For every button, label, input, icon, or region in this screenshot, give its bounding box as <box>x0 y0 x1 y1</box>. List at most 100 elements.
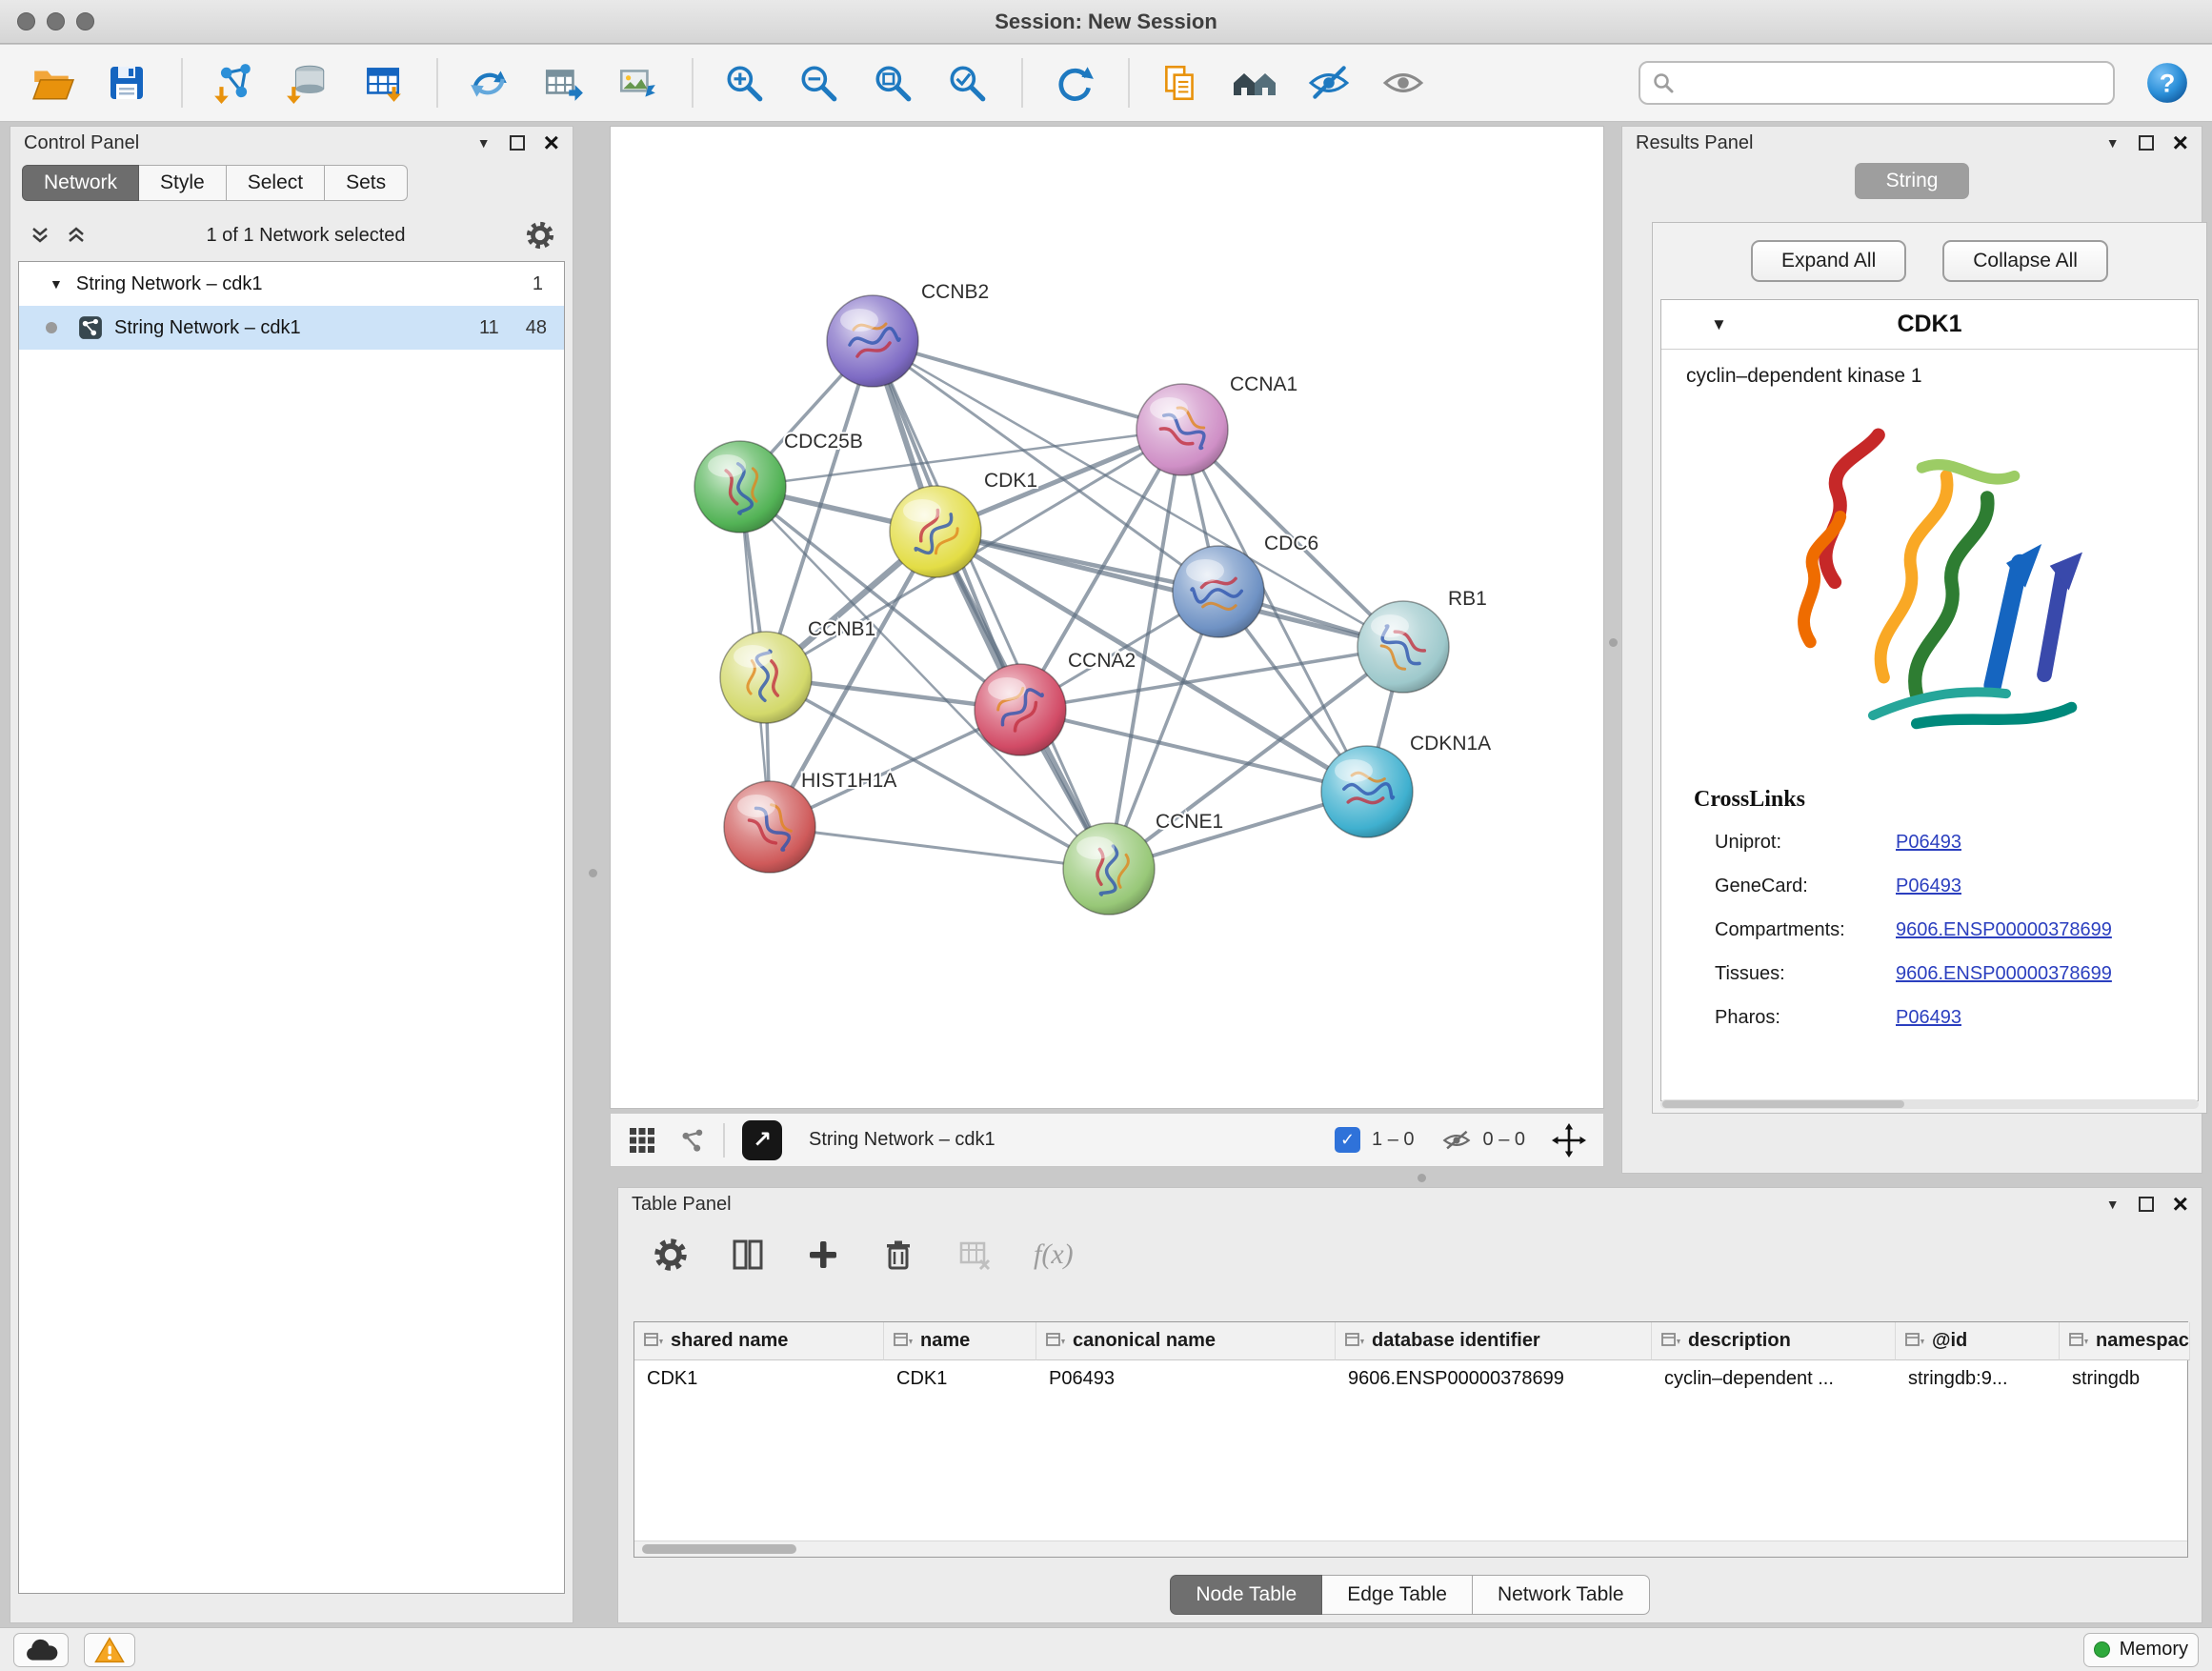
network-row-selected[interactable]: String Network – cdk1 11 48 <box>19 306 564 350</box>
collapse-all-button[interactable]: Collapse All <box>1942 240 2108 282</box>
results-panel-close-icon[interactable]: × <box>2173 130 2188 156</box>
table-settings-gear-icon[interactable] <box>653 1237 689 1273</box>
help-button[interactable]: ? <box>2140 54 2195 111</box>
show-columns-icon[interactable] <box>731 1238 765 1272</box>
crosslink-link[interactable]: 9606.ENSP00000378699 <box>1896 963 2112 985</box>
column-header[interactable]: description <box>1652 1322 1896 1360</box>
save-session-button[interactable] <box>99 54 154 111</box>
node-CCNA2[interactable] <box>975 664 1066 755</box>
protein-card-header[interactable]: ▼ CDK1 <box>1661 300 2198 350</box>
zoom-out-button[interactable] <box>791 54 846 111</box>
crosslink-link[interactable]: 9606.ENSP00000378699 <box>1896 919 2112 941</box>
table-cell[interactable]: stringdb <box>2060 1360 2187 1397</box>
import-table-from-file-button[interactable] <box>354 54 410 111</box>
column-header[interactable]: database identifier <box>1336 1322 1652 1360</box>
protein-collapse-icon[interactable]: ▼ <box>1711 316 1727 332</box>
edge-CCNB2-CCNA1[interactable] <box>873 341 1182 430</box>
node-HIST1H1A[interactable] <box>724 781 815 873</box>
crosslink-link[interactable]: P06493 <box>1896 876 1961 897</box>
control-panel-close-icon[interactable]: × <box>544 130 559 156</box>
collapse-all-icon[interactable] <box>30 225 50 246</box>
hidden-eye-slash-icon[interactable] <box>1441 1129 1472 1152</box>
collection-expand-icon[interactable]: ▼ <box>50 277 63 291</box>
results-panel-maximize-icon[interactable] <box>2139 135 2154 151</box>
zoom-in-button[interactable] <box>716 54 772 111</box>
horizontal-splitter-handle[interactable] <box>1418 1174 1426 1182</box>
apply-layout-button[interactable] <box>1046 54 1101 111</box>
node-CCNB1[interactable] <box>720 632 812 723</box>
tab-node-table[interactable]: Node Table <box>1170 1575 1322 1615</box>
scrollbar-thumb[interactable] <box>642 1544 796 1554</box>
tab-sets[interactable]: Sets <box>325 165 408 201</box>
pan-crosshair-icon[interactable] <box>1552 1123 1586 1158</box>
copy-document-button[interactable] <box>1153 54 1208 111</box>
table-panel-maximize-icon[interactable] <box>2139 1197 2154 1212</box>
delete-column-trash-icon[interactable] <box>881 1238 915 1272</box>
table-panel-float-icon[interactable]: ▼ <box>2106 1198 2120 1211</box>
table-cell[interactable]: CDK1 <box>884 1360 1036 1397</box>
home-views-button[interactable] <box>1227 54 1282 111</box>
node-CDC25B[interactable] <box>694 441 786 533</box>
cloud-status-button[interactable] <box>13 1633 69 1667</box>
table-cell[interactable]: cyclin–dependent ... <box>1652 1360 1896 1397</box>
control-panel-float-icon[interactable]: ▼ <box>477 136 491 150</box>
expand-all-icon[interactable] <box>66 225 87 246</box>
node-CDK1[interactable] <box>890 486 981 577</box>
node-CCNB2[interactable] <box>827 295 918 387</box>
crosslink-link[interactable]: P06493 <box>1896 1007 1961 1029</box>
network-collection-row[interactable]: ▼ String Network – cdk1 1 <box>19 262 564 306</box>
grid-view-icon[interactable] <box>628 1126 656 1155</box>
table-cell[interactable]: stringdb:9... <box>1896 1360 2060 1397</box>
edge-HIST1H1A-CCNE1[interactable] <box>770 827 1109 869</box>
new-network-button[interactable] <box>461 54 516 111</box>
warnings-button[interactable] <box>84 1633 135 1667</box>
tab-edge-table[interactable]: Edge Table <box>1322 1575 1473 1615</box>
zoom-fit-button[interactable] <box>865 54 920 111</box>
node-CCNA1[interactable] <box>1136 384 1228 475</box>
results-horizontal-scrollbar[interactable] <box>1660 1099 2199 1109</box>
hide-selection-button[interactable] <box>1301 54 1357 111</box>
show-all-button[interactable] <box>1376 54 1431 111</box>
results-panel-float-icon[interactable]: ▼ <box>2106 136 2120 150</box>
vertical-splitter-handle[interactable] <box>1609 638 1618 647</box>
control-panel-maximize-icon[interactable] <box>510 135 525 151</box>
memory-button[interactable]: Memory <box>2083 1633 2199 1667</box>
column-header[interactable]: canonical name <box>1036 1322 1336 1360</box>
node-CDC6[interactable] <box>1173 546 1264 637</box>
table-horizontal-scrollbar[interactable] <box>634 1540 2187 1557</box>
node-RB1[interactable] <box>1357 601 1449 693</box>
table-row[interactable]: CDK1 CDK1 P06493 9606.ENSP00000378699 cy… <box>634 1360 2187 1397</box>
detach-view-button[interactable]: ↗ <box>742 1120 782 1160</box>
edge-CCNB2-CCNE1[interactable] <box>873 341 1109 869</box>
tab-select[interactable]: Select <box>227 165 325 201</box>
share-view-icon[interactable] <box>679 1127 706 1154</box>
add-column-icon[interactable] <box>807 1238 839 1271</box>
edge-CDK1-RB1[interactable] <box>935 532 1403 647</box>
tab-style[interactable]: Style <box>139 165 227 201</box>
clone-network-button[interactable] <box>535 54 591 111</box>
column-header[interactable]: shared name <box>634 1322 884 1360</box>
crosslink-link[interactable]: P06493 <box>1896 832 1961 854</box>
table-panel-close-icon[interactable]: × <box>2173 1191 2188 1218</box>
column-header[interactable]: namespac <box>2060 1322 2190 1360</box>
export-image-button[interactable] <box>610 54 665 111</box>
table-cell[interactable]: CDK1 <box>634 1360 884 1397</box>
table-cell[interactable]: 9606.ENSP00000378699 <box>1336 1360 1652 1397</box>
table-cell[interactable]: P06493 <box>1036 1360 1336 1397</box>
import-network-from-file-button[interactable] <box>206 54 261 111</box>
open-session-button[interactable] <box>25 54 80 111</box>
zoom-selected-button[interactable] <box>939 54 995 111</box>
node-CCNE1[interactable] <box>1063 823 1155 915</box>
tab-network-table[interactable]: Network Table <box>1473 1575 1650 1615</box>
tab-network[interactable]: Network <box>22 165 139 201</box>
column-header[interactable]: @id <box>1896 1322 2060 1360</box>
expand-all-button[interactable]: Expand All <box>1751 240 1906 282</box>
search-input[interactable] <box>1684 72 2101 94</box>
network-options-gear-icon[interactable] <box>525 220 555 251</box>
selected-checkbox-icon[interactable]: ✓ <box>1335 1127 1360 1153</box>
node-CDKN1A[interactable] <box>1321 746 1413 837</box>
column-header[interactable]: name <box>884 1322 1036 1360</box>
vertical-splitter-handle[interactable] <box>589 869 597 877</box>
tab-string[interactable]: String <box>1855 163 1969 199</box>
network-canvas[interactable]: CCNB2CCNA1CDC25BCDK1CDC6RB1CCNB1CCNA2CDK… <box>610 126 1604 1109</box>
